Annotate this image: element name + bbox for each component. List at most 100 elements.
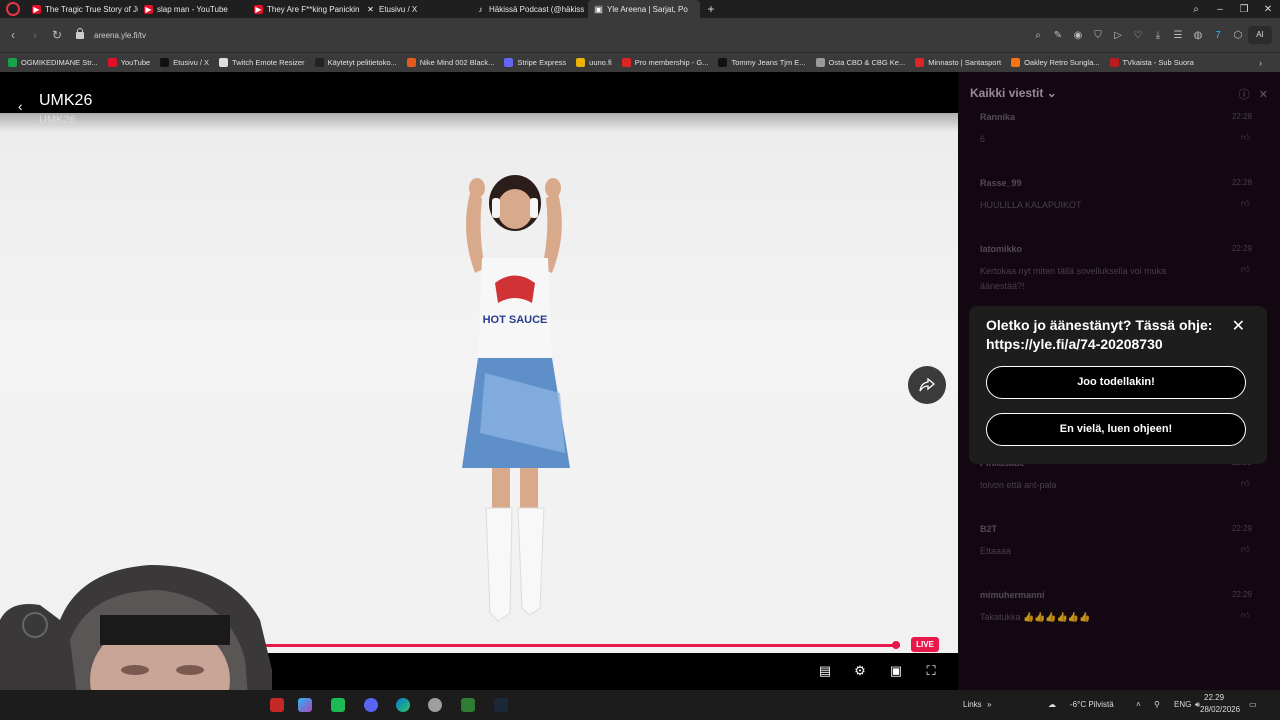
yes-voted-button[interactable]: Joo todellakin! [986, 366, 1246, 399]
bookmark-item[interactable]: Osta CBD & CBG Ke... [815, 58, 906, 67]
new-tab-icon[interactable]: + [704, 2, 718, 16]
ai-button[interactable]: AI [1248, 26, 1272, 44]
tab-5[interactable]: ♪ Häkissä Podcast (@häkiss [470, 0, 588, 18]
bookmark-favicon-icon [915, 58, 925, 67]
url-text: areena.yle.fi/tv [94, 30, 147, 40]
bookmark-label: OGMIKEDIMANE Str... [21, 58, 98, 67]
bookmark-item[interactable]: uuno.fi [576, 58, 612, 67]
bookmark-label: Osta CBD & CBG Ke... [828, 58, 906, 67]
profile-icon[interactable]: ◍ [1188, 30, 1208, 41]
back-nav-icon[interactable]: ‹ [2, 28, 24, 42]
bookmark-label: YouTube [120, 58, 151, 67]
bookmark-item[interactable]: Nike Mind 002 Black... [406, 58, 494, 67]
notification-icon[interactable]: ▭ [1249, 690, 1257, 720]
bookmark-item[interactable]: Tommy Jeans Tjm E... [718, 58, 806, 67]
youtube-icon: ▶ [32, 4, 41, 14]
svg-text:HOT SAUCE: HOT SAUCE [483, 314, 548, 326]
forward-nav-icon[interactable]: › [24, 28, 46, 42]
weather-text[interactable]: -6°C Pilvistä [1070, 690, 1114, 720]
weather-icon: ☁ [1048, 700, 1056, 709]
whatsapp-icon[interactable] [331, 698, 345, 712]
back-arrow-icon[interactable]: ‹ [18, 98, 23, 114]
tab-6-active[interactable]: ▣ Yle Areena | Sarjat, Po [588, 0, 700, 18]
seven-tv-icon[interactable]: 7 [1208, 30, 1228, 41]
bookmark-item[interactable]: Oakley Retro Sungla... [1011, 58, 1100, 67]
close-window-icon[interactable]: ✕ [1256, 4, 1280, 15]
menu-icon[interactable]: ☰ [1168, 30, 1188, 41]
discord-icon[interactable] [364, 698, 378, 712]
bookmark-item[interactable]: Stripe Express [504, 58, 566, 67]
clock-date[interactable]: 28/02/2026 [1200, 695, 1240, 720]
bookmarks-bar: OGMIKEDIMANE Str... YouTube Etusivu / X Twi… [0, 52, 1280, 72]
bookmarks-overflow-icon[interactable]: › [1259, 58, 1262, 68]
picture-in-picture-icon[interactable]: ▣ [886, 661, 906, 681]
shield-icon[interactable]: ⛉ [1088, 30, 1108, 41]
camera-icon[interactable]: ◉ [1068, 30, 1088, 41]
address-bar: ‹ › ↻ areena.yle.fi/tv ⌕ ✎ ◉ ⛉ ▷ ♡ ⤓ ☰ ◍… [0, 18, 1280, 52]
live-badge[interactable]: LIVE [911, 637, 939, 652]
download-icon[interactable]: ⤓ [1148, 30, 1168, 41]
bookmark-item[interactable]: TVkaista - Sub Suora [1109, 58, 1194, 67]
heart-icon[interactable]: ♡ [1128, 30, 1148, 41]
read-instructions-button[interactable]: En vielä, luen ohjeen! [986, 413, 1246, 446]
copilot-icon[interactable] [298, 698, 312, 712]
media-icon[interactable] [461, 698, 475, 712]
video-top-gradient [0, 72, 958, 132]
search-tabs-icon[interactable]: ⌕ [1184, 4, 1208, 15]
bookmark-item[interactable]: YouTube [107, 58, 151, 67]
network-icon[interactable]: ⚲ [1154, 690, 1160, 720]
bookmark-label: uuno.fi [589, 58, 612, 67]
bookmark-item[interactable]: Käytetyt pelitietoko... [314, 58, 397, 67]
bookmark-favicon-icon [815, 58, 825, 67]
bookmark-item[interactable]: Twitch Emote Resizer [219, 58, 305, 67]
links-chevron-icon[interactable]: » [987, 690, 991, 720]
share-button[interactable] [908, 366, 946, 404]
edge-icon[interactable] [396, 698, 410, 712]
extension-icon[interactable]: ⬡ [1228, 30, 1248, 41]
play-icon[interactable]: ▷ [1108, 30, 1128, 41]
restore-icon[interactable]: ❐ [1232, 4, 1256, 15]
bookmark-label: Stripe Express [517, 58, 567, 67]
fullscreen-icon[interactable]: ⛶ [921, 661, 941, 681]
bookmark-label: Twitch Emote Resizer [232, 58, 305, 67]
app-root: ▶ The Tragic True Story of Ju ▶ slap man… [0, 0, 1280, 720]
bookmark-item[interactable]: Minnasto | Santasport [915, 58, 1001, 67]
tab-1[interactable]: ▶ The Tragic True Story of Ju [26, 0, 138, 18]
progress-handle[interactable] [892, 641, 900, 649]
yle-areena-icon: ▣ [594, 4, 603, 14]
url-field[interactable]: areena.yle.fi/tv [76, 24, 976, 46]
app-icon[interactable] [270, 698, 284, 712]
tab-label: They Are F**king Panickin [267, 4, 360, 14]
bookmark-item[interactable]: Etusivu / X [160, 58, 209, 67]
tiktok-icon: ♪ [478, 4, 483, 14]
tab-label: The Tragic True Story of Ju [45, 4, 138, 14]
bookmark-item[interactable]: Pro membership - G... [621, 58, 708, 67]
steam-icon[interactable] [494, 698, 508, 712]
minimize-icon[interactable]: – [1208, 4, 1232, 15]
bookmark-favicon-icon [1011, 58, 1021, 67]
browser-logo-icon[interactable] [6, 2, 20, 16]
bookmark-favicon-icon [504, 58, 514, 67]
tab-label: Häkissä Podcast (@häkiss [489, 4, 585, 14]
close-popup-icon[interactable]: ✕ [1232, 316, 1245, 336]
bookmark-favicon-icon [406, 58, 416, 67]
tab-3[interactable]: ▶ They Are F**king Panickin [248, 0, 360, 18]
subtitles-icon[interactable]: ▤ [815, 661, 835, 681]
bookmark-favicon-icon [219, 58, 229, 67]
obs-icon[interactable] [428, 698, 442, 712]
bookmark-favicon-icon [314, 58, 324, 67]
bookmark-item[interactable]: OGMIKEDIMANE Str... [8, 58, 98, 67]
share-icon [919, 378, 935, 392]
settings-gear-icon[interactable]: ⚙ [850, 661, 870, 681]
reload-icon[interactable]: ↻ [46, 28, 68, 42]
window-controls: ⌕ – ❐ ✕ [1184, 0, 1280, 18]
tray-chevron-icon[interactable]: ˄ [1136, 690, 1141, 720]
search-icon[interactable]: ⌕ [1028, 30, 1048, 41]
tab-4[interactable]: ✕ Etusivu / X [360, 0, 470, 18]
links-toolbar[interactable]: Links [963, 690, 982, 720]
edit-icon[interactable]: ✎ [1048, 30, 1068, 41]
tab-2[interactable]: ▶ slap man - YouTube [138, 0, 248, 18]
bookmark-favicon-icon [621, 58, 631, 67]
bookmark-favicon-icon [576, 58, 586, 67]
language-indicator[interactable]: ENG [1174, 690, 1191, 720]
